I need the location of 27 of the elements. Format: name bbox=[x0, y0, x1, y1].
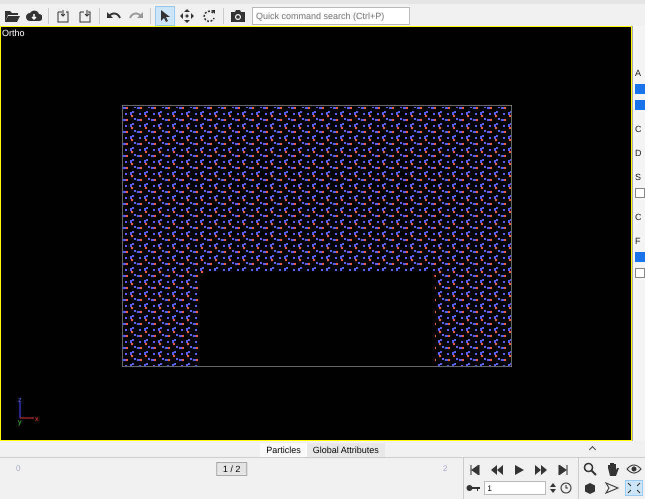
panel-label: S bbox=[635, 172, 642, 182]
tab[interactable]: Particles bbox=[260, 443, 307, 457]
checkbox[interactable] bbox=[635, 268, 645, 278]
spinner-icon[interactable] bbox=[550, 482, 556, 494]
checkbox[interactable] bbox=[635, 100, 645, 110]
checkbox[interactable] bbox=[635, 188, 645, 198]
tab[interactable]: Global Attributes bbox=[306, 443, 385, 457]
panel-label: F bbox=[635, 236, 640, 246]
panel-label: C bbox=[635, 212, 642, 222]
search-field[interactable]: Quick command search (Ctrl+P) bbox=[252, 7, 410, 25]
panel-label: A bbox=[635, 68, 642, 78]
viewport-caption[interactable]: Ortho bbox=[2, 28, 25, 38]
clock-icon[interactable] bbox=[560, 482, 572, 494]
checkbox[interactable] bbox=[635, 252, 645, 262]
timeline-track[interactable]: 0 1 / 2 2 bbox=[0, 458, 464, 499]
timeline-start-label: 0 bbox=[16, 464, 20, 473]
search-icon[interactable] bbox=[581, 461, 599, 477]
checkbox[interactable] bbox=[635, 84, 645, 94]
panel-label: D bbox=[635, 148, 642, 158]
panel-label: C bbox=[635, 124, 642, 134]
key-icon bbox=[466, 484, 480, 492]
send-icon[interactable] bbox=[603, 480, 621, 496]
zoom-extents-icon[interactable] bbox=[625, 480, 643, 496]
frame-field[interactable]: 1 bbox=[484, 481, 546, 495]
pointer-icon[interactable] bbox=[155, 6, 175, 26]
timeline-end-label: 2 bbox=[442, 464, 448, 473]
timeline-handle[interactable]: 1 / 2 bbox=[216, 462, 248, 476]
